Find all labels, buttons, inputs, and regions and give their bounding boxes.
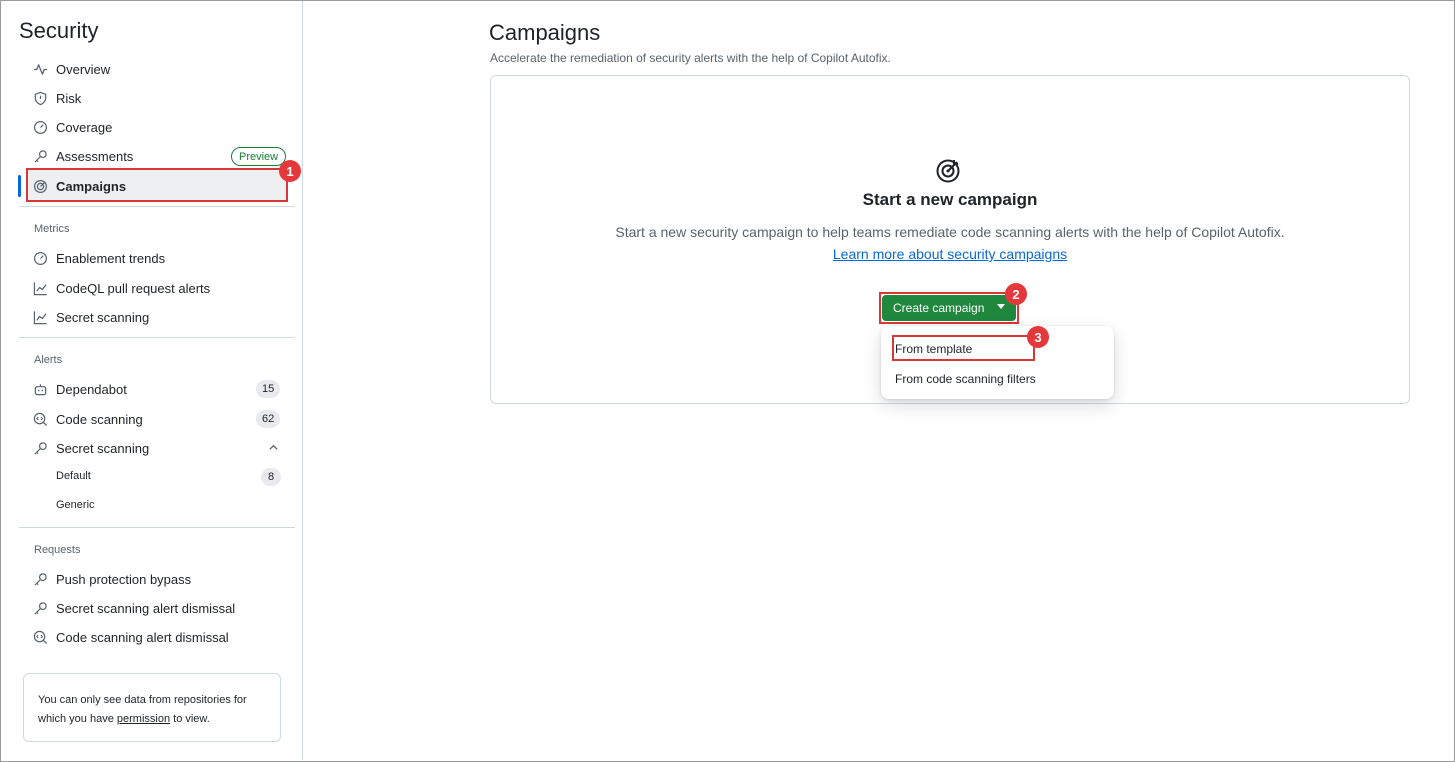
sidebar-item-label: CodeQL pull request alerts — [56, 280, 211, 296]
campaign-target-icon — [935, 156, 963, 184]
divider — [19, 527, 295, 528]
group-label-requests: Requests — [34, 544, 81, 556]
key-icon — [32, 600, 48, 616]
highlight-box-from-template — [892, 335, 1035, 361]
key-icon — [32, 148, 48, 164]
sidebar-item-secret-scanning-metrics[interactable]: Secret scanning — [25, 303, 287, 331]
sidebar-item-dependabot[interactable]: Dependabot — [25, 375, 287, 403]
highlight-box-create-campaign — [879, 292, 1019, 324]
sidebar-item-label: Enablement trends — [56, 250, 166, 266]
count-badge-code-scanning: 62 — [256, 410, 281, 428]
sidebar-subitem-default[interactable]: Default — [56, 470, 91, 482]
sidebar-item-label: Overview — [56, 61, 111, 77]
meter-icon — [32, 119, 48, 135]
sidebar-item-label: Code scanning — [56, 411, 143, 427]
meter-icon — [32, 250, 48, 266]
pulse-icon — [32, 61, 48, 77]
sidebar-item-codeql-pr-alerts[interactable]: CodeQL pull request alerts — [25, 274, 287, 302]
sidebar-item-label: Secret scanning — [56, 440, 150, 456]
sidebar-item-label: Secret scanning — [56, 309, 150, 325]
group-label-alerts: Alerts — [34, 354, 63, 366]
sidebar-item-risk[interactable]: Risk — [25, 84, 287, 112]
highlight-box-campaigns — [26, 168, 288, 202]
page-title: Campaigns — [489, 20, 601, 45]
step-marker-1: 1 — [279, 160, 301, 182]
sidebar-item-label: Dependabot — [56, 381, 127, 397]
sidebar-item-label: Secret scanning alert dismissal — [56, 600, 236, 616]
sidebar-item-label: Code scanning alert dismissal — [56, 629, 229, 645]
key-icon — [32, 571, 48, 587]
key-icon — [32, 440, 48, 456]
sidebar-item-label: Push protection bypass — [56, 571, 192, 587]
codescan-icon — [32, 411, 48, 427]
step-marker-3: 3 — [1027, 326, 1049, 348]
sidebar-subitem-generic[interactable]: Generic — [56, 499, 95, 511]
menu-item-from-code-scanning-filters[interactable]: From code scanning filters — [895, 372, 1036, 386]
sidebar-item-push-protection-bypass[interactable]: Push protection bypass — [25, 565, 287, 593]
sidebar-item-code-scanning-alert-dismissal[interactable]: Code scanning alert dismissal — [25, 623, 287, 651]
step-marker-2: 2 — [1005, 283, 1027, 305]
empty-state-description: Start a new security campaign to help te… — [615, 224, 1285, 240]
notice-text-end: to view. — [170, 713, 210, 725]
page-subtitle: Accelerate the remediation of security a… — [490, 51, 891, 65]
sidebar-item-coverage[interactable]: Coverage — [25, 113, 287, 141]
codescan-icon — [32, 629, 48, 645]
divider — [19, 337, 295, 338]
preview-badge: Preview — [231, 147, 287, 166]
active-indicator — [18, 175, 21, 197]
count-badge-default: 8 — [261, 468, 281, 486]
permission-notice: You can only see data from repositories … — [23, 673, 281, 742]
learn-more-link[interactable]: Learn more about security campaigns — [833, 246, 1067, 262]
sidebar-title: Security — [19, 18, 99, 43]
permission-link[interactable]: permission — [117, 713, 170, 725]
chevron-up-icon[interactable] — [268, 442, 279, 456]
shield-icon — [32, 90, 48, 106]
sidebar-item-overview[interactable]: Overview — [25, 55, 287, 83]
group-label-metrics: Metrics — [34, 223, 70, 235]
sidebar-item-label: Coverage — [56, 119, 113, 135]
empty-state-title: Start a new campaign — [862, 190, 1038, 209]
sidebar-item-secret-scanning[interactable]: Secret scanning — [25, 434, 287, 462]
sidebar-item-label: Assessments — [56, 148, 134, 164]
sidebar-item-enablement-trends[interactable]: Enablement trends — [25, 244, 287, 272]
graph-icon — [32, 280, 48, 296]
sidebar-item-secret-scanning-alert-dismissal[interactable]: Secret scanning alert dismissal — [25, 594, 287, 622]
divider — [19, 206, 295, 207]
learn-more-link-wrapper: Learn more about security campaigns — [490, 246, 1410, 262]
dependabot-icon — [32, 381, 48, 397]
graph-icon — [32, 309, 48, 325]
sidebar-item-code-scanning[interactable]: Code scanning — [25, 405, 287, 433]
sidebar-item-label: Risk — [56, 90, 82, 106]
count-badge-dependabot: 15 — [256, 380, 281, 398]
